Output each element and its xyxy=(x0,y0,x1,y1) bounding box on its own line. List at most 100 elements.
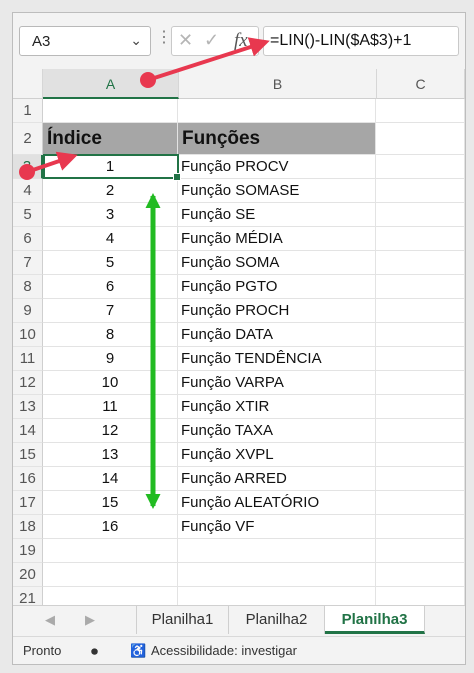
cancel-x-icon[interactable]: ✕ xyxy=(178,30,193,51)
column-header-a[interactable]: A xyxy=(43,69,179,99)
accessibility-status[interactable]: Acessibilidade: investigar xyxy=(151,643,297,658)
function-cell[interactable]: Função PROCH xyxy=(178,299,376,322)
function-cell[interactable]: Função SE xyxy=(178,203,376,226)
function-cell[interactable]: Função XVPL xyxy=(178,443,376,466)
function-cell[interactable]: Função DATA xyxy=(178,323,376,346)
row-header-14[interactable]: 14 xyxy=(13,419,43,443)
index-cell[interactable]: 14 xyxy=(43,467,178,490)
cell[interactable] xyxy=(376,371,465,394)
column-header-b[interactable]: B xyxy=(179,69,377,99)
row-header-7[interactable]: 7 xyxy=(13,251,43,275)
index-cell[interactable]: 4 xyxy=(43,227,178,250)
cell[interactable] xyxy=(376,227,465,250)
cell[interactable] xyxy=(43,99,178,122)
function-cell[interactable]: Função TENDÊNCIA xyxy=(178,347,376,370)
index-cell[interactable]: 10 xyxy=(43,371,178,394)
cell[interactable] xyxy=(43,563,178,586)
function-cell[interactable]: Função ARRED xyxy=(178,467,376,490)
function-cell[interactable]: Função VARPA xyxy=(178,371,376,394)
cell[interactable] xyxy=(376,395,465,418)
row-header-4[interactable]: 4 xyxy=(13,179,43,203)
tab-scroll-right-icon[interactable]: ▶ xyxy=(85,612,95,628)
chevron-down-icon[interactable]: ⌄ xyxy=(130,32,142,49)
index-cell[interactable]: 12 xyxy=(43,419,178,442)
cell[interactable] xyxy=(376,123,465,154)
index-cell[interactable]: 9 xyxy=(43,347,178,370)
index-cell[interactable]: 8 xyxy=(43,323,178,346)
cell[interactable] xyxy=(376,275,465,298)
row-header-12[interactable]: 12 xyxy=(13,371,43,395)
macro-record-icon[interactable]: ⏺ xyxy=(91,643,98,660)
index-cell[interactable]: 5 xyxy=(43,251,178,274)
cell[interactable] xyxy=(376,99,465,122)
function-cell[interactable]: Função SOMA xyxy=(178,251,376,274)
index-cell[interactable]: 16 xyxy=(43,515,178,538)
cell[interactable] xyxy=(376,491,465,514)
row-header-2[interactable]: 2 xyxy=(13,123,43,155)
row-header-15[interactable]: 15 xyxy=(13,443,43,467)
row-header-8[interactable]: 8 xyxy=(13,275,43,299)
function-cell[interactable]: Função MÉDIA xyxy=(178,227,376,250)
cell[interactable] xyxy=(376,251,465,274)
tab-planilha1[interactable]: Planilha1 xyxy=(136,606,229,634)
cell[interactable] xyxy=(376,587,465,605)
row-header-9[interactable]: 9 xyxy=(13,299,43,323)
cell[interactable] xyxy=(178,587,376,605)
row-header-3[interactable]: 3 xyxy=(13,155,43,179)
index-cell[interactable]: 13 xyxy=(43,443,178,466)
row-header-6[interactable]: 6 xyxy=(13,227,43,251)
tab-planilha2[interactable]: Planilha2 xyxy=(229,606,325,634)
index-cell[interactable]: 6 xyxy=(43,275,178,298)
function-cell[interactable]: Função ALEATÓRIO xyxy=(178,491,376,514)
function-cell[interactable]: Função PGTO xyxy=(178,275,376,298)
select-all-corner[interactable] xyxy=(13,69,43,99)
cell[interactable] xyxy=(43,539,178,562)
cell[interactable] xyxy=(43,587,178,605)
function-cell[interactable]: Função XTIR xyxy=(178,395,376,418)
index-cell[interactable]: 15 xyxy=(43,491,178,514)
column-header-c[interactable]: C xyxy=(377,69,465,99)
header-cell-indice[interactable]: Índice xyxy=(43,123,178,154)
cell[interactable] xyxy=(376,203,465,226)
cell[interactable] xyxy=(376,443,465,466)
function-cell[interactable]: Função VF xyxy=(178,515,376,538)
formula-input[interactable]: =LIN()-LIN($A$3)+1 xyxy=(263,26,459,56)
name-box[interactable]: A3 ⌄ xyxy=(19,26,151,56)
header-cell-funcoes[interactable]: Funções xyxy=(178,123,376,154)
fill-handle[interactable] xyxy=(173,173,181,181)
function-cell[interactable]: Função SOMASE xyxy=(178,179,376,202)
index-cell[interactable]: 11 xyxy=(43,395,178,418)
cell[interactable] xyxy=(178,563,376,586)
row-header-13[interactable]: 13 xyxy=(13,395,43,419)
function-cell[interactable]: Função TAXA xyxy=(178,419,376,442)
row-header-21[interactable]: 21 xyxy=(13,587,43,605)
checkmark-icon[interactable]: ✓ xyxy=(204,30,219,51)
cell[interactable] xyxy=(178,99,376,122)
row-header-5[interactable]: 5 xyxy=(13,203,43,227)
row-header-16[interactable]: 16 xyxy=(13,467,43,491)
row-header-17[interactable]: 17 xyxy=(13,491,43,515)
index-cell[interactable]: 2 xyxy=(43,179,178,202)
index-cell[interactable]: 7 xyxy=(43,299,178,322)
row-header-10[interactable]: 10 xyxy=(13,323,43,347)
cell[interactable] xyxy=(376,155,465,178)
cell[interactable] xyxy=(376,179,465,202)
tab-scroll-left-icon[interactable]: ◀ xyxy=(45,612,55,628)
row-header-18[interactable]: 18 xyxy=(13,515,43,539)
index-cell[interactable]: 3 xyxy=(43,203,178,226)
row-header-1[interactable]: 1 xyxy=(13,99,43,123)
cell[interactable] xyxy=(376,563,465,586)
cell[interactable] xyxy=(376,515,465,538)
accessibility-icon[interactable]: ♿ xyxy=(130,643,146,659)
tab-planilha3[interactable]: Planilha3 xyxy=(325,606,425,634)
cell[interactable] xyxy=(376,539,465,562)
fx-icon[interactable]: fx xyxy=(234,30,248,52)
row-header-20[interactable]: 20 xyxy=(13,563,43,587)
cell[interactable] xyxy=(376,323,465,346)
worksheet-grid[interactable]: A B C 1 2 3 4 5 6 7 8 9 10 11 12 13 14 15 16 17 18 19 20 21 … xyxy=(13,69,465,605)
cell[interactable] xyxy=(178,539,376,562)
row-header-11[interactable]: 11 xyxy=(13,347,43,371)
cell[interactable] xyxy=(376,467,465,490)
cell[interactable] xyxy=(376,419,465,442)
cell[interactable] xyxy=(376,299,465,322)
